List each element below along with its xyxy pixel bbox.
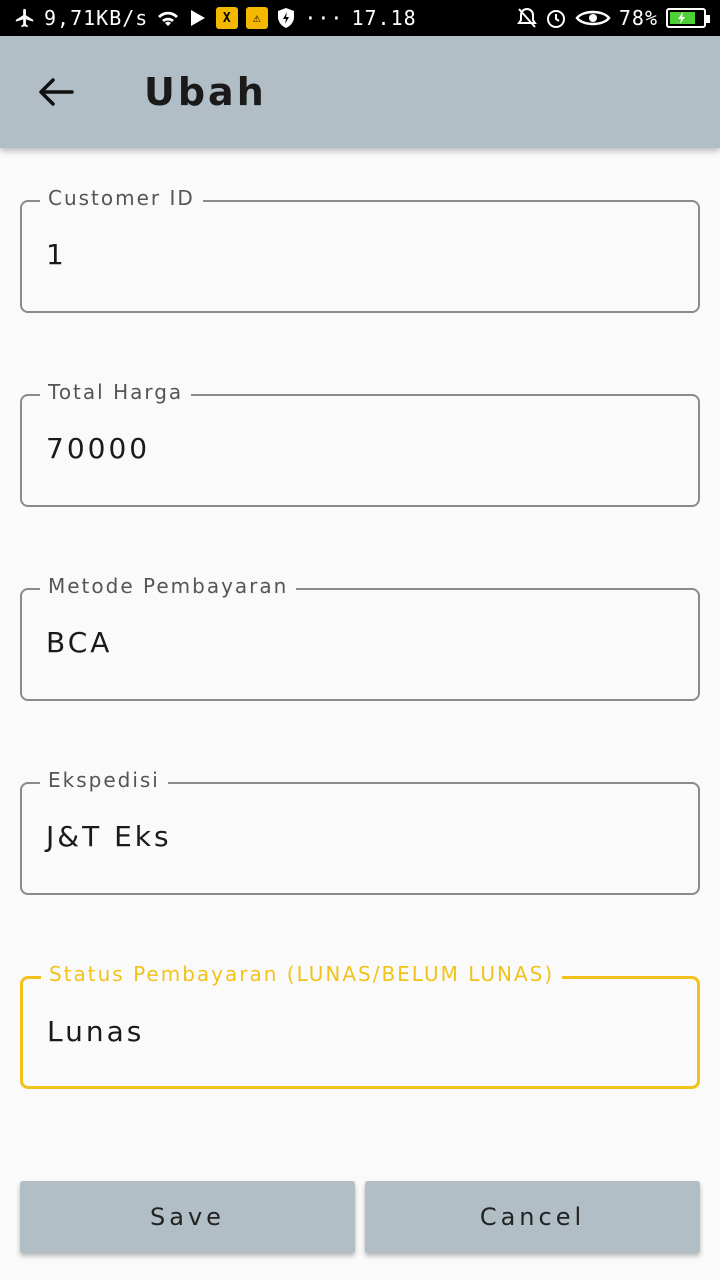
battery-percent: 78% xyxy=(618,6,658,30)
metode-pembayaran-field[interactable]: Metode Pembayaran BCA xyxy=(20,574,700,701)
play-store-icon xyxy=(188,8,208,28)
network-speed: 9,71KB/s xyxy=(44,6,149,30)
shield-icon xyxy=(276,7,296,29)
customer-id-label: Customer ID xyxy=(40,186,203,210)
metode-pembayaran-label: Metode Pembayaran xyxy=(40,574,297,598)
total-harga-value[interactable]: 70000 xyxy=(46,432,150,465)
status-pembayaran-field[interactable]: Status Pembayaran (LUNAS/BELUM LUNAS) Lu… xyxy=(20,962,700,1089)
back-button[interactable] xyxy=(20,56,92,128)
alarm-icon xyxy=(545,7,567,29)
airplane-icon xyxy=(14,7,36,29)
total-harga-field[interactable]: Total Harga 70000 xyxy=(20,380,700,507)
status-pembayaran-label: Status Pembayaran (LUNAS/BELUM LUNAS) xyxy=(41,962,563,986)
status-bar: 9,71KB/s X ⚠ ··· 17.18 78% xyxy=(0,0,720,36)
ekspedisi-label: Ekspedisi xyxy=(40,768,168,792)
status-bar-right: 78% xyxy=(517,6,710,30)
status-bar-left: 9,71KB/s X ⚠ ··· 17.18 xyxy=(14,6,417,30)
app-bar: Ubah xyxy=(0,36,720,148)
warning-badge-icon: ⚠ xyxy=(246,7,269,29)
ekspedisi-field[interactable]: Ekspedisi J&T Eks xyxy=(20,768,700,895)
ekspedisi-value[interactable]: J&T Eks xyxy=(46,820,172,853)
page-title: Ubah xyxy=(144,70,267,114)
save-button[interactable]: Save xyxy=(20,1181,355,1253)
eye-icon xyxy=(575,8,611,28)
cancel-button[interactable]: Cancel xyxy=(365,1181,700,1253)
status-pembayaran-value[interactable]: Lunas xyxy=(47,1015,144,1048)
customer-id-field[interactable]: Customer ID 1 xyxy=(20,186,700,313)
total-harga-label: Total Harga xyxy=(40,380,192,404)
clock-time: 17.18 xyxy=(351,6,417,30)
arrow-back-icon xyxy=(39,78,74,106)
battery-icon xyxy=(666,8,710,28)
notifications-off-icon xyxy=(517,7,537,29)
more-notifications-icon: ··· xyxy=(304,6,344,30)
metode-pembayaran-value[interactable]: BCA xyxy=(46,626,112,659)
battery-fill xyxy=(670,12,695,24)
app-badge-icon: X xyxy=(216,7,239,29)
wifi-icon xyxy=(156,8,180,28)
customer-id-value[interactable]: 1 xyxy=(46,238,67,271)
